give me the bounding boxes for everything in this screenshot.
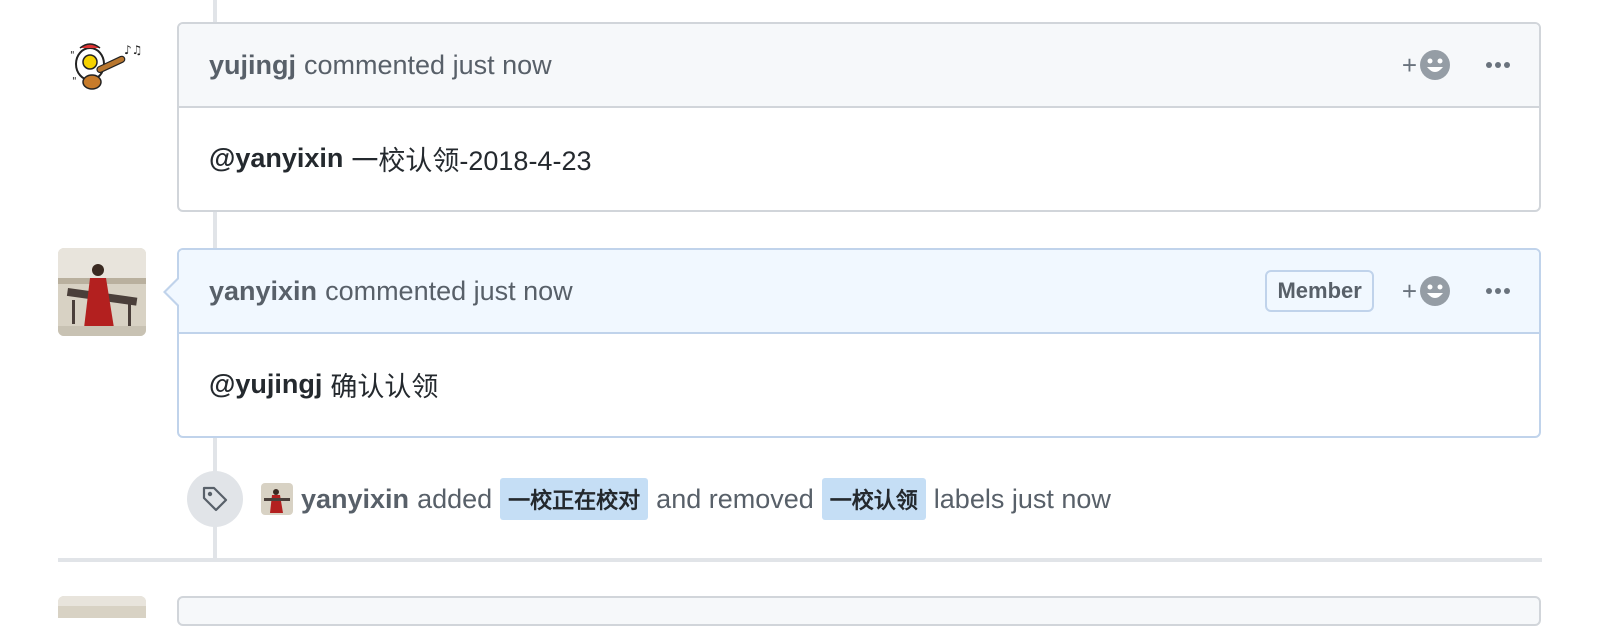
- comment-timestamp[interactable]: commented just now: [325, 276, 573, 307]
- comment-body: @yanyixin 一校认领-2018-4-23: [179, 108, 1539, 208]
- more-options-button[interactable]: [1485, 61, 1511, 69]
- comment-caret: [163, 276, 180, 308]
- add-reaction-button[interactable]: +: [1402, 49, 1451, 81]
- svg-text:♪♫: ♪♫: [124, 43, 142, 57]
- comment-text: 确认认领: [330, 371, 439, 402]
- label-removed[interactable]: 一校认领: [821, 478, 926, 520]
- avatar-next[interactable]: [58, 596, 146, 618]
- svg-text:": ": [70, 50, 75, 61]
- comment-author[interactable]: yujingj: [209, 50, 296, 81]
- event-badge: [187, 471, 243, 527]
- tag-icon: [202, 486, 228, 512]
- plus-icon: +: [1401, 50, 1417, 80]
- comment-header: yanyixin commented just now Member +: [163, 250, 1539, 334]
- comment-card: yujingj commented just now + @yanyixin 一…: [177, 22, 1541, 212]
- smiley-icon: [1420, 276, 1450, 306]
- event-removed-text: and removed: [656, 483, 814, 514]
- add-reaction-button[interactable]: +: [1402, 275, 1451, 307]
- more-options-button[interactable]: [1485, 287, 1511, 295]
- event-description: yanyixin added 一校正在校对 and removed 一校认领 l…: [301, 478, 1111, 520]
- svg-text:": ": [72, 76, 77, 87]
- comment-author[interactable]: yanyixin: [209, 276, 317, 307]
- timeline-line: [213, 0, 217, 22]
- label-added[interactable]: 一校正在校对: [500, 478, 649, 520]
- event-actor[interactable]: yanyixin: [301, 484, 409, 515]
- event-suffix[interactable]: labels just now: [934, 484, 1111, 515]
- user-mention[interactable]: @yujingj: [209, 369, 322, 400]
- comment-card-next: [177, 596, 1541, 626]
- timeline-line: [213, 212, 217, 248]
- kebab-horizontal-icon: [1486, 62, 1510, 68]
- avatar-yujingj[interactable]: ♪♫ " ": [58, 22, 146, 110]
- comment-timestamp[interactable]: commented just now: [304, 50, 552, 81]
- timeline-divider: [58, 558, 1542, 562]
- smiley-icon: [1420, 50, 1450, 80]
- member-badge: Member: [1265, 270, 1374, 312]
- comment-text: 一校认领-2018-4-23: [351, 145, 592, 176]
- event-added-text: added: [417, 483, 493, 514]
- comment-actions: +: [1402, 49, 1511, 81]
- comment-card: yanyixin commented just now Member + @yu…: [163, 248, 1541, 438]
- event-actor-avatar[interactable]: [261, 483, 293, 515]
- avatar-yanyixin[interactable]: [58, 248, 146, 336]
- comment-actions: Member +: [1265, 270, 1511, 312]
- plus-icon: +: [1401, 276, 1417, 306]
- user-mention[interactable]: @yanyixin: [209, 143, 343, 174]
- kebab-horizontal-icon: [1486, 288, 1510, 294]
- comment-body: @yujingj 确认认领: [179, 334, 1539, 434]
- comment-header: yujingj commented just now +: [179, 24, 1539, 108]
- label-event: yanyixin added 一校正在校对 and removed 一校认领 l…: [187, 471, 1111, 527]
